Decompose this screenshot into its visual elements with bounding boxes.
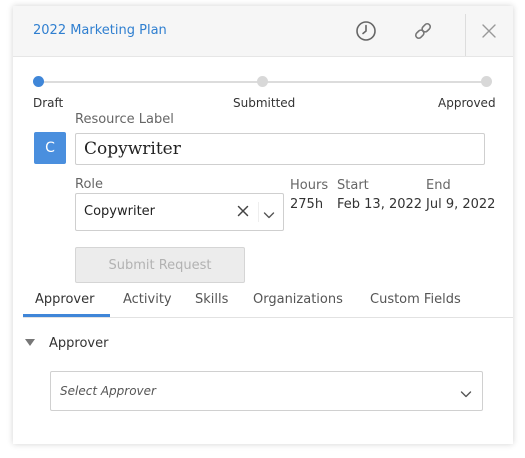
tabs-divider: [23, 317, 513, 318]
collapse-caret-icon[interactable]: [25, 339, 35, 347]
role-value: Copywriter: [84, 204, 156, 219]
history-button[interactable]: [354, 19, 378, 43]
stage-dot-submitted: [257, 76, 268, 87]
close-icon: [482, 24, 496, 38]
stage-label-submitted: Submitted: [233, 96, 296, 110]
role-label: Role: [75, 177, 104, 192]
stage-label-approved: Approved: [438, 96, 496, 110]
link-icon: [414, 22, 432, 40]
clear-role-button[interactable]: [236, 203, 250, 217]
start-label: Start: [337, 178, 369, 193]
tab-activity[interactable]: Activity: [123, 292, 172, 307]
end-value: Jul 9, 2022: [426, 197, 496, 212]
header-separator: [465, 14, 466, 56]
role-select[interactable]: Copywriter: [75, 193, 284, 231]
select-divider: [258, 202, 259, 222]
tab-skills[interactable]: Skills: [195, 292, 228, 307]
stage-dot-approved: [481, 76, 492, 87]
chevron-down-icon: [460, 391, 472, 398]
resource-label-input[interactable]: Copywriter: [75, 133, 485, 165]
tab-organizations[interactable]: Organizations: [253, 292, 343, 307]
approver-section-title[interactable]: Approver: [49, 336, 108, 351]
close-button[interactable]: [477, 19, 501, 43]
stage-dot-draft: [33, 76, 44, 87]
approver-select[interactable]: Select Approver: [50, 371, 483, 411]
tab-approver[interactable]: Approver: [35, 292, 94, 307]
start-value: Feb 13, 2022: [337, 197, 423, 212]
resource-label-heading: Resource Label: [75, 112, 174, 127]
end-label: End: [426, 178, 451, 193]
approver-dropdown-toggle[interactable]: [460, 385, 472, 398]
hours-label: Hours: [290, 178, 329, 193]
avatar: C: [34, 132, 66, 164]
stage-label-draft: Draft: [33, 96, 64, 110]
submit-request-button[interactable]: Submit Request: [75, 247, 245, 283]
panel-header: 2022 Marketing Plan: [13, 6, 513, 57]
tab-custom-fields[interactable]: Custom Fields: [370, 292, 461, 307]
plan-title-link[interactable]: 2022 Marketing Plan: [33, 23, 167, 38]
copy-link-button[interactable]: [411, 19, 435, 43]
approver-placeholder: Select Approver: [60, 384, 156, 398]
resource-request-panel: 2022 Marketing Plan Draft Submitted Appr…: [13, 6, 513, 444]
chevron-down-icon: [263, 212, 275, 219]
role-dropdown-toggle[interactable]: [263, 206, 275, 219]
clear-icon: [237, 205, 249, 217]
hours-value: 275h: [290, 197, 324, 212]
clock-icon: [356, 21, 376, 41]
